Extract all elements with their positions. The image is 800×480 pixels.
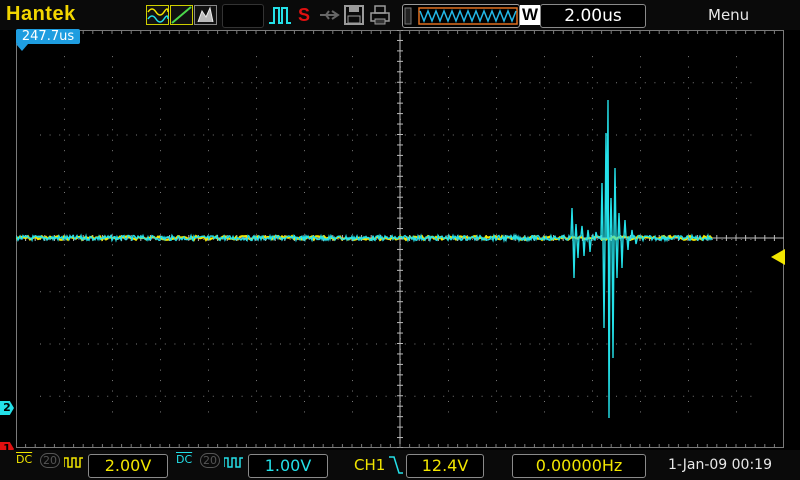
waveform-display[interactable] [16,30,784,448]
ch2-ground-marker[interactable]: 2 [0,401,14,415]
timebase-readout[interactable]: 2.00us [540,4,646,28]
ch1-bw-limit: 20 [40,453,60,468]
timebase-mode-label: W [520,5,540,25]
datetime: 1-Jan-09 00:19 [668,457,772,473]
save-icon[interactable] [344,5,364,25]
ch2-bw-limit: 20 [200,453,220,468]
stop-indicator: S [298,5,311,25]
ch2-probe-icon [224,457,243,468]
usb-icon [318,5,342,25]
print-icon[interactable] [370,5,390,25]
ch2-volts-div[interactable]: 1.00V [248,454,328,478]
trigger-level-arrow-icon[interactable] [770,249,786,265]
trigger-position-marker-icon [16,44,28,51]
ch1-probe-icon [64,457,83,468]
ch2-coupling: DC [176,453,193,466]
trigger-level[interactable]: 12.4V [406,454,484,478]
frequency-counter: 0.00000Hz [512,454,646,478]
memory-depth-bar [402,4,520,28]
trigger-source: CH1 [354,456,386,474]
blank-indicator [222,4,264,28]
bottom-status-bar: DC 20 2.00V DC 20 1.00V CH1 12.4V 0.0000… [0,450,800,480]
traces [16,99,713,419]
top-status-bar: Hantek S W 2.00us Menu [0,0,800,30]
ch1-volts-div[interactable]: 2.00V [88,454,168,478]
trigger-position-readout: 247.7us [16,29,80,44]
waveform-mode-icon[interactable] [146,5,218,25]
ch1-coupling: DC [16,453,33,466]
brand-logo: Hantek [6,3,76,25]
trigger-edge-icon[interactable] [268,5,292,25]
menu-button[interactable]: Menu [708,6,749,24]
trigger-slope-falling-icon[interactable] [388,455,404,475]
